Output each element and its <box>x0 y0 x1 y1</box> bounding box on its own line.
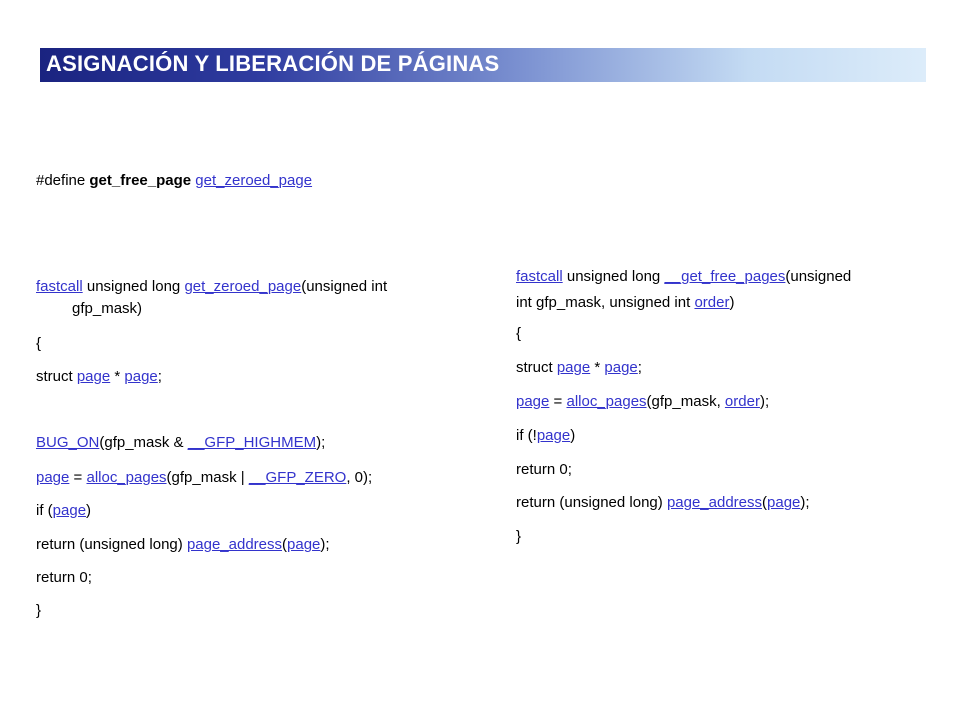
code-text: ) <box>570 427 576 444</box>
link-page-var[interactable]: page <box>604 359 637 376</box>
code-text: return 0; <box>36 569 92 586</box>
code-text: ); <box>800 494 810 511</box>
link-page-type[interactable]: page <box>77 368 110 385</box>
link-page-type[interactable]: page <box>557 359 590 376</box>
code-text: if ( <box>36 502 53 519</box>
code-text: (unsigned int <box>301 278 388 295</box>
code-text: int gfp_mask, unsigned int <box>516 294 695 311</box>
right-return-line: return (unsigned long) page_address(page… <box>516 494 810 512</box>
link-gfp-zero[interactable]: __GFP_ZERO <box>249 469 347 486</box>
link-fastcall[interactable]: fastcall <box>516 268 563 285</box>
link-get-free-pages[interactable]: __get_free_pages <box>664 268 785 285</box>
code-text: ); <box>759 393 770 410</box>
link-bug-on[interactable]: BUG_ON <box>36 434 99 451</box>
code-text: unsigned long <box>82 278 185 295</box>
left-signature-line: fastcall unsigned long get_zeroed_page(u… <box>36 278 387 296</box>
left-open-brace: { <box>36 335 41 353</box>
left-struct-line: struct page * page; <box>36 368 162 386</box>
link-page-address[interactable]: page_address <box>187 536 282 553</box>
link-fastcall[interactable]: fastcall <box>36 278 83 295</box>
link-page-var[interactable]: page <box>124 368 157 385</box>
right-signature-cont: int gfp_mask, unsigned int order) <box>516 294 734 312</box>
code-text: (gfp_mask & <box>99 434 188 451</box>
code-text: gfp_mask) <box>72 300 143 317</box>
right-struct-line: struct page * page; <box>516 359 642 377</box>
link-get-zeroed-page[interactable]: get_zeroed_page <box>195 172 312 189</box>
code-text: { <box>36 335 42 352</box>
right-open-brace: { <box>516 325 521 343</box>
left-if-line: if (page) <box>36 502 91 520</box>
right-return0-line: return 0; <box>516 461 572 479</box>
code-text: * <box>590 359 605 376</box>
code-text: (unsigned <box>785 268 852 285</box>
define-name: get_free_page <box>89 172 192 189</box>
code-text: = <box>549 393 567 410</box>
code-text: = <box>69 469 87 486</box>
title-banner: ASIGNACIÓN Y LIBERACIÓN DE PÁGINAS <box>40 48 926 82</box>
link-order[interactable]: order <box>725 393 760 410</box>
link-order[interactable]: order <box>694 294 729 311</box>
link-page[interactable]: page <box>516 393 549 410</box>
link-gfp-highmem[interactable]: __GFP_HIGHMEM <box>188 434 316 451</box>
code-text: ; <box>637 359 642 376</box>
code-text: , 0); <box>346 469 373 486</box>
code-text: return 0; <box>516 461 572 478</box>
code-text: ); <box>316 434 326 451</box>
code-text: unsigned long <box>562 268 665 285</box>
left-bugon-line: BUG_ON(gfp_mask & __GFP_HIGHMEM); <box>36 434 325 452</box>
code-text: ) <box>729 294 735 311</box>
right-if-line: if (!page) <box>516 427 575 445</box>
code-text: (gfp_mask, <box>646 393 725 410</box>
code-text: ) <box>86 502 92 519</box>
link-page[interactable]: page <box>767 494 800 511</box>
code-text: if (! <box>516 427 537 444</box>
code-text: } <box>516 528 522 545</box>
link-get-zeroed-page-func[interactable]: get_zeroed_page <box>184 278 301 295</box>
link-page-address[interactable]: page_address <box>667 494 762 511</box>
link-alloc-pages[interactable]: alloc_pages <box>86 469 166 486</box>
code-text: (gfp_mask | <box>166 469 249 486</box>
define-line: #define get_free_page get_zeroed_page <box>36 172 312 190</box>
left-signature-cont: gfp_mask) <box>36 300 142 318</box>
link-alloc-pages[interactable]: alloc_pages <box>566 393 646 410</box>
link-page[interactable]: page <box>36 469 69 486</box>
code-text: return (unsigned long) <box>36 536 187 553</box>
code-text: struct <box>36 368 77 385</box>
code-text: ); <box>320 536 330 553</box>
link-page[interactable]: page <box>537 427 570 444</box>
left-close-brace: } <box>36 602 41 620</box>
right-close-brace: } <box>516 528 521 546</box>
define-keyword: #define <box>36 172 86 189</box>
link-page[interactable]: page <box>287 536 320 553</box>
page-title: ASIGNACIÓN Y LIBERACIÓN DE PÁGINAS <box>46 51 500 76</box>
link-page[interactable]: page <box>53 502 86 519</box>
code-text: return (unsigned long) <box>516 494 667 511</box>
right-signature-line: fastcall unsigned long __get_free_pages(… <box>516 268 851 286</box>
code-text: } <box>36 602 42 619</box>
code-text: ; <box>157 368 162 385</box>
code-text: * <box>110 368 125 385</box>
left-return0-line: return 0; <box>36 569 92 587</box>
right-alloc-line: page = alloc_pages(gfp_mask, order); <box>516 393 769 411</box>
left-alloc-line: page = alloc_pages(gfp_mask | __GFP_ZERO… <box>36 469 372 487</box>
code-text: { <box>516 325 522 342</box>
left-return-line: return (unsigned long) page_address(page… <box>36 536 330 554</box>
code-text: struct <box>516 359 557 376</box>
